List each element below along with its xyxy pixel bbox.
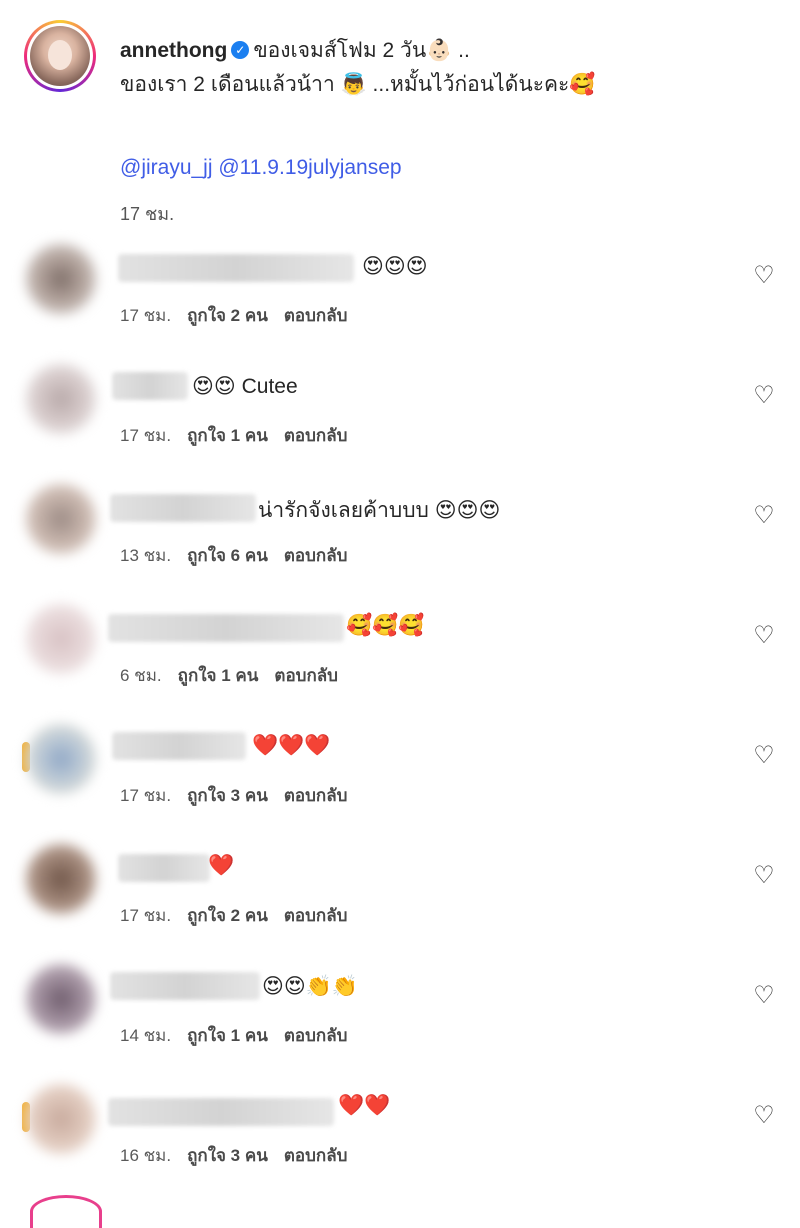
mention-link[interactable]: @11.9.19julyjansep [218,156,401,179]
avatar[interactable] [26,1084,96,1154]
comment-text: 🥰🥰🥰 [346,614,425,637]
reply-button[interactable]: ตอบกลับ [284,426,348,445]
comment-likes[interactable]: ถูกใจ 3 คน [187,1146,268,1165]
comment-meta: 17 ชม. ถูกใจ 1 คน ตอบกลับ [120,422,363,449]
avatar[interactable] [26,724,96,794]
heart-outline-icon[interactable]: ♡ [752,864,776,888]
comment-item: 😍😍😍 17 ชม. ถูกใจ 2 คน ตอบกลับ ♡ [0,240,800,350]
caption-mentions: @jirayu_jj @11.9.19julyjansep [120,156,402,180]
avatar[interactable] [26,364,96,434]
comment-meta: 17 ชม. ถูกใจ 2 คน ตอบกลับ [120,902,363,929]
author-avatar[interactable] [24,20,96,92]
caption-line-2: ของเรา 2 เดือนแล้วน้าา 👼 ...หมั้นไว้ก่อน… [120,73,596,96]
comment-time: 6 ชม. [120,666,162,685]
comment-item: 😍😍 Cutee 17 ชม. ถูกใจ 1 คน ตอบกลับ ♡ [0,360,800,470]
reply-button[interactable]: ตอบกลับ [284,786,348,805]
blurred-username[interactable] [110,972,260,1000]
blurred-username[interactable] [118,254,354,282]
comment-meta: 16 ชม. ถูกใจ 3 คน ตอบกลับ [120,1142,363,1169]
comment-text: 😍😍👏👏 [262,975,359,998]
blurred-username[interactable] [112,372,188,400]
comment-item: ❤️❤️ 16 ชม. ถูกใจ 3 คน ตอบกลับ ♡ [0,1080,800,1190]
comment-likes[interactable]: ถูกใจ 2 คน [187,906,268,925]
comment-text: ❤️❤️❤️ [252,734,331,757]
comment-time: 17 ชม. [120,906,172,925]
heart-outline-icon[interactable]: ♡ [752,984,776,1008]
avatar[interactable] [26,844,96,914]
avatar[interactable] [26,964,96,1034]
comment-text: 😍😍😍 [362,255,428,278]
comment-text: 😍😍 Cutee [192,375,298,398]
comment-time: 17 ชม. [120,306,172,325]
verified-badge-icon: ✓ [231,40,250,59]
blurred-username[interactable] [108,614,344,642]
comment-text: น่ารักจังเลยค้าบบบ 😍😍😍 [258,499,501,522]
caption-timestamp: 17 ชม. [120,204,175,224]
avatar[interactable] [26,604,96,674]
reply-button[interactable]: ตอบกลับ [284,546,348,565]
heart-outline-icon[interactable]: ♡ [752,624,776,648]
comment-meta: 17 ชม. ถูกใจ 2 คน ตอบกลับ [120,302,363,329]
reply-button[interactable]: ตอบกลับ [274,666,338,685]
next-comment-avatar-ring [30,1195,102,1228]
comment-meta: 6 ชม. ถูกใจ 1 คน ตอบกลับ [120,662,354,689]
blurred-username[interactable] [112,732,246,760]
blurred-username[interactable] [108,1098,334,1126]
comment-item: 😍😍👏👏 14 ชม. ถูกใจ 1 คน ตอบกลับ ♡ [0,960,800,1070]
reply-button[interactable]: ตอบกลับ [284,1146,348,1165]
reply-button[interactable]: ตอบกลับ [284,1026,348,1045]
heart-outline-icon[interactable]: ♡ [752,384,776,408]
comment-likes[interactable]: ถูกใจ 1 คน [178,666,259,685]
comment-time: 13 ชม. [120,546,172,565]
comment-meta: 14 ชม. ถูกใจ 1 คน ตอบกลับ [120,1022,363,1049]
avatar[interactable] [26,244,96,314]
comment-time: 14 ชม. [120,1026,172,1045]
heart-outline-icon[interactable]: ♡ [752,504,776,528]
comment-text: ❤️❤️ [338,1094,391,1117]
heart-outline-icon[interactable]: ♡ [752,1104,776,1128]
avatar[interactable] [26,484,96,554]
comment-item: ❤️❤️❤️ 17 ชม. ถูกใจ 3 คน ตอบกลับ ♡ [0,720,800,830]
comment-meta: 17 ชม. ถูกใจ 3 คน ตอบกลับ [120,782,363,809]
comment-likes[interactable]: ถูกใจ 6 คน [187,546,268,565]
comment-item: น่ารักจังเลยค้าบบบ 😍😍😍 13 ชม. ถูกใจ 6 คน ต… [0,480,800,590]
comment-likes[interactable]: ถูกใจ 2 คน [187,306,268,325]
comment-time: 17 ชม. [120,786,172,805]
comment-meta: 13 ชม. ถูกใจ 6 คน ตอบกลับ [120,542,363,569]
reply-button[interactable]: ตอบกลับ [284,306,348,325]
comment-text: ❤️ [208,854,235,877]
blurred-username[interactable] [118,854,210,882]
comment-likes[interactable]: ถูกใจ 3 คน [187,786,268,805]
comment-likes[interactable]: ถูกใจ 1 คน [187,426,268,445]
comment-time: 16 ชม. [120,1146,172,1165]
comment-item: ❤️ 17 ชม. ถูกใจ 2 คน ตอบกลับ ♡ [0,840,800,950]
blurred-username[interactable] [110,494,256,522]
heart-outline-icon[interactable]: ♡ [752,264,776,288]
mention-link[interactable]: @jirayu_jj [120,156,213,179]
reply-button[interactable]: ตอบกลับ [284,906,348,925]
caption-text: annethong ✓ ของเจมส์โฟม 2 วัน👶🏻 .. ของเรา … [120,34,760,102]
comment-item: 🥰🥰🥰 6 ชม. ถูกใจ 1 คน ตอบกลับ ♡ [0,600,800,710]
caption-line-1: ของเจมส์โฟม 2 วัน👶🏻 .. [253,39,470,62]
author-username[interactable]: annethong [120,39,227,62]
comment-time: 17 ชม. [120,426,172,445]
heart-outline-icon[interactable]: ♡ [752,744,776,768]
comment-likes[interactable]: ถูกใจ 1 คน [187,1026,268,1045]
